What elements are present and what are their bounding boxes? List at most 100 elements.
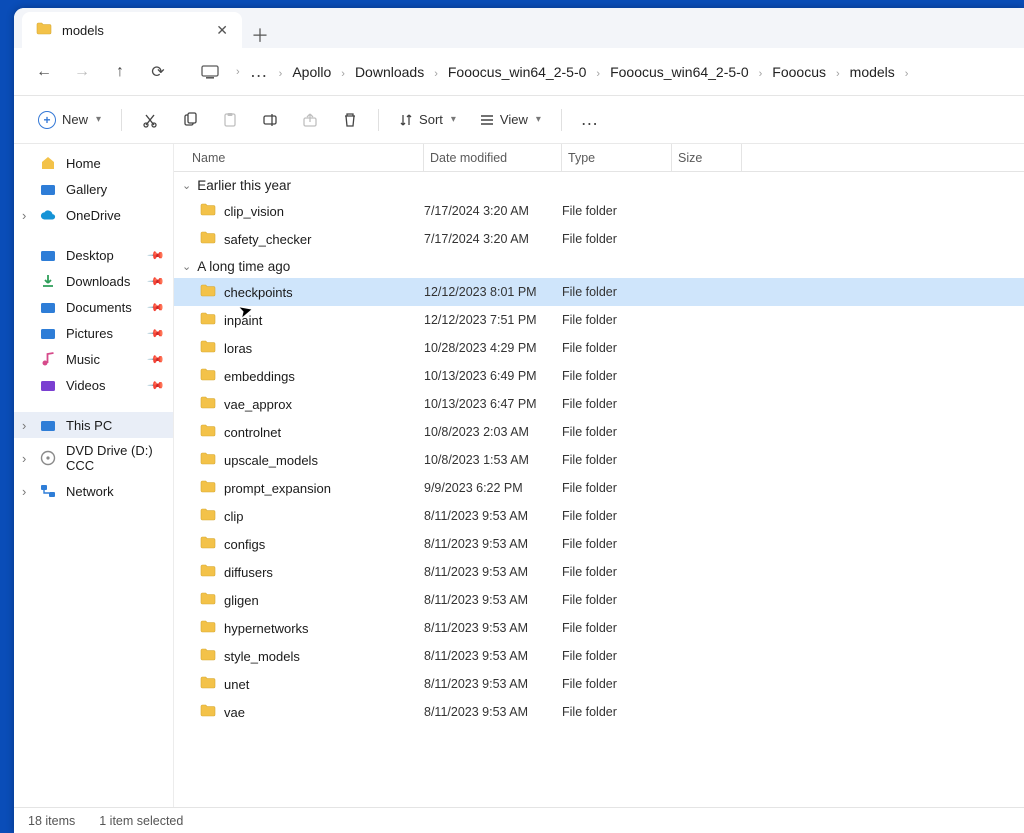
more-button[interactable]: … [572, 103, 608, 136]
sidebar-item-this-pc[interactable]: This PC [14, 412, 173, 438]
file-row-controlnet[interactable]: controlnet10/8/2023 2:03 AMFile folder [174, 418, 1024, 446]
new-tab-button[interactable]: ＋ [242, 22, 278, 48]
file-row-embeddings[interactable]: embeddings10/13/2023 6:49 PMFile folder [174, 362, 1024, 390]
col-name[interactable]: Name [186, 144, 424, 171]
plus-circle-icon: + [38, 111, 56, 129]
breadcrumb-overflow[interactable]: … [250, 61, 269, 82]
share-button[interactable] [292, 106, 328, 134]
tab-models[interactable]: models ✕ [22, 12, 242, 48]
sidebar-item-onedrive[interactable]: OneDrive [14, 202, 173, 228]
status-selected: 1 item selected [99, 814, 183, 828]
pc-crumb-icon[interactable] [194, 56, 226, 88]
file-date: 10/8/2023 2:03 AM [424, 425, 562, 439]
folder-icon [36, 22, 52, 38]
pin-icon: 📌 [147, 324, 166, 343]
status-bar: 18 items 1 item selected [14, 807, 1024, 833]
folder-icon [200, 536, 216, 552]
back-button[interactable]: ← [28, 56, 60, 88]
cut-button[interactable] [132, 106, 168, 134]
sidebar-item-documents[interactable]: Documents📌 [14, 294, 173, 320]
sidebar-item-desktop[interactable]: Desktop📌 [14, 242, 173, 268]
forward-button[interactable]: → [66, 56, 98, 88]
folder-icon [200, 592, 216, 608]
sidebar-item-network[interactable]: Network [14, 478, 173, 504]
rename-button[interactable] [252, 106, 288, 134]
file-row-upscale-models[interactable]: upscale_models10/8/2023 1:53 AMFile fold… [174, 446, 1024, 474]
col-date[interactable]: Date modified [424, 144, 562, 171]
sidebar-item-home[interactable]: Home [14, 150, 173, 176]
file-name: inpaint [224, 313, 262, 328]
pictures-icon [40, 325, 56, 341]
file-row-configs[interactable]: configs8/11/2023 9:53 AMFile folder [174, 530, 1024, 558]
file-type: File folder [562, 341, 672, 355]
file-name: clip [224, 509, 244, 524]
file-name: checkpoints [224, 285, 293, 300]
pin-icon: 📌 [147, 350, 166, 369]
file-row-vae-approx[interactable]: vae_approx10/13/2023 6:47 PMFile folder [174, 390, 1024, 418]
file-row-gligen[interactable]: gligen8/11/2023 9:53 AMFile folder [174, 586, 1024, 614]
chevron-right-icon: › [232, 66, 244, 78]
new-button[interactable]: + New ▾ [28, 105, 111, 135]
file-row-checkpoints[interactable]: checkpoints12/12/2023 8:01 PMFile folder [174, 278, 1024, 306]
breadcrumb-fooocus[interactable]: Fooocus [766, 60, 832, 84]
file-date: 8/11/2023 9:53 AM [424, 621, 562, 635]
file-name: upscale_models [224, 453, 318, 468]
file-date: 12/12/2023 7:51 PM [424, 313, 562, 327]
file-type: File folder [562, 649, 672, 663]
tab-close-button[interactable]: ✕ [216, 22, 228, 39]
file-type: File folder [562, 232, 672, 246]
refresh-button[interactable]: ⟳ [142, 56, 174, 88]
file-row-vae[interactable]: vae8/11/2023 9:53 AMFile folder [174, 698, 1024, 726]
group-earlier-this-year[interactable]: ⌄Earlier this year [174, 172, 1024, 197]
sidebar-item-gallery[interactable]: Gallery [14, 176, 173, 202]
file-row-loras[interactable]: loras10/28/2023 4:29 PMFile folder [174, 334, 1024, 362]
view-button[interactable]: View ▾ [470, 106, 551, 133]
delete-button[interactable] [332, 106, 368, 134]
file-row-clip[interactable]: clip8/11/2023 9:53 AMFile folder [174, 502, 1024, 530]
downloads-icon [40, 273, 56, 289]
paste-button[interactable] [212, 106, 248, 134]
breadcrumb-models[interactable]: models [844, 60, 901, 84]
file-list-area: Name Date modified Type Size ⌄Earlier th… [174, 144, 1024, 807]
file-row-inpaint[interactable]: inpaint12/12/2023 7:51 PMFile folder [174, 306, 1024, 334]
chevron-down-icon: ▾ [451, 114, 456, 125]
column-headers[interactable]: Name Date modified Type Size [174, 144, 1024, 172]
breadcrumb-fooocus-win64-2-5-0[interactable]: Fooocus_win64_2-5-0 [442, 60, 593, 84]
file-row-style-models[interactable]: style_models8/11/2023 9:53 AMFile folder [174, 642, 1024, 670]
file-name: controlnet [224, 425, 281, 440]
file-row-clip-vision[interactable]: clip_vision7/17/2024 3:20 AMFile folder [174, 197, 1024, 225]
dvd-icon [40, 450, 56, 466]
sidebar-item-pictures[interactable]: Pictures📌 [14, 320, 173, 346]
group-label: A long time ago [197, 259, 290, 274]
col-size[interactable]: Size [672, 144, 742, 171]
file-row-hypernetworks[interactable]: hypernetworks8/11/2023 9:53 AMFile folde… [174, 614, 1024, 642]
folder-icon [200, 284, 216, 300]
breadcrumb-fooocus-win64-2-5-0[interactable]: Fooocus_win64_2-5-0 [604, 60, 755, 84]
sort-button[interactable]: Sort ▾ [389, 106, 466, 133]
sidebar-item-videos[interactable]: Videos📌 [14, 372, 173, 398]
file-row-prompt-expansion[interactable]: prompt_expansion9/9/2023 6:22 PMFile fol… [174, 474, 1024, 502]
folder-icon [200, 564, 216, 580]
file-name: vae_approx [224, 397, 292, 412]
copy-button[interactable] [172, 106, 208, 134]
file-row-safety-checker[interactable]: safety_checker7/17/2024 3:20 AMFile fold… [174, 225, 1024, 253]
chevron-right-icon: › [337, 68, 349, 80]
sidebar-item-label: Documents [66, 300, 132, 315]
col-type[interactable]: Type [562, 144, 672, 171]
file-name: diffusers [224, 565, 273, 580]
file-row-unet[interactable]: unet8/11/2023 9:53 AMFile folder [174, 670, 1024, 698]
sidebar-item-downloads[interactable]: Downloads📌 [14, 268, 173, 294]
sidebar-item-dvd-drive-d-ccc[interactable]: DVD Drive (D:) CCC [14, 438, 173, 478]
file-row-diffusers[interactable]: diffusers8/11/2023 9:53 AMFile folder [174, 558, 1024, 586]
up-button[interactable]: ↑ [104, 56, 136, 88]
group-a-long-time-ago[interactable]: ⌄A long time ago [174, 253, 1024, 278]
breadcrumb-downloads[interactable]: Downloads [349, 60, 430, 84]
nav-bar: ← → ↑ ⟳ › … ›Apollo›Downloads›Fooocus_wi… [14, 48, 1024, 96]
breadcrumb-apollo[interactable]: Apollo [286, 60, 337, 84]
sidebar-item-label: Desktop [66, 248, 114, 263]
file-date: 10/28/2023 4:29 PM [424, 341, 562, 355]
sidebar-item-music[interactable]: Music📌 [14, 346, 173, 372]
music-icon [40, 351, 56, 367]
file-name: style_models [224, 649, 300, 664]
folder-icon [200, 203, 216, 219]
